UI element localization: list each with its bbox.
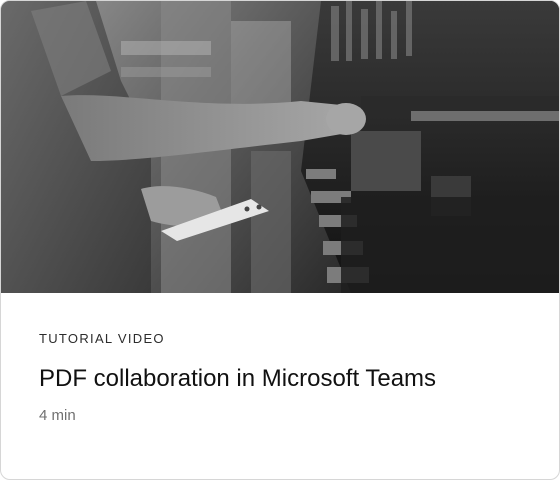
card-title[interactable]: PDF collaboration in Microsoft Teams [39, 364, 521, 394]
content-type-label: TUTORIAL VIDEO [39, 331, 165, 346]
video-thumbnail[interactable] [1, 1, 559, 293]
factory-press-brake-photo [1, 1, 559, 293]
tutorial-video-card[interactable]: TUTORIAL VIDEO PDF collaboration in Micr… [0, 0, 560, 480]
card-body: TUTORIAL VIDEO PDF collaboration in Micr… [1, 331, 559, 425]
video-duration: 4 min [39, 407, 76, 424]
